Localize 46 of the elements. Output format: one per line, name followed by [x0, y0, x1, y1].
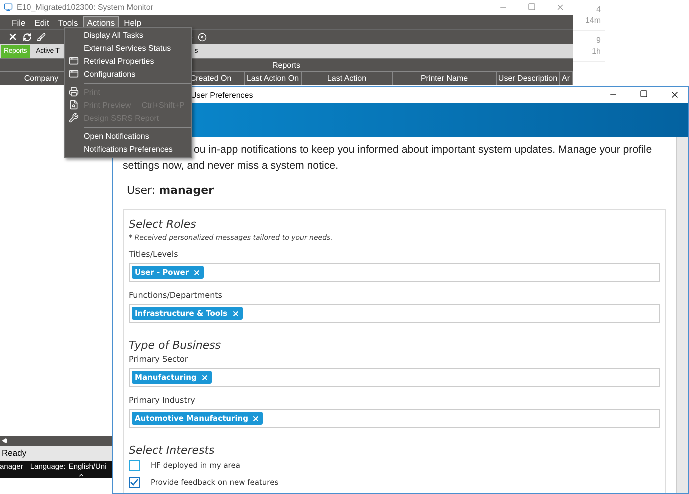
remove-icon[interactable]	[232, 310, 240, 318]
wrench-icon	[69, 113, 79, 123]
app-icon	[4, 3, 13, 12]
close-icon[interactable]	[670, 90, 680, 100]
intro-text: ou in-app notifications to keep you informed about important system updates. Manage your profile	[194, 143, 652, 158]
checkbox[interactable]	[129, 477, 140, 488]
intro-text: settings now, and never miss a system notice.	[123, 159, 339, 174]
checkbox[interactable]	[129, 460, 140, 471]
window-icon	[69, 69, 79, 79]
time-text: 1h	[592, 46, 601, 57]
printer-icon	[69, 87, 79, 97]
caret-icon[interactable]	[78, 472, 85, 479]
brush-icon[interactable]	[37, 32, 46, 42]
menu-item[interactable]: File	[8, 16, 30, 28]
scroll-left-icon[interactable]	[2, 438, 8, 444]
disc-icon[interactable]	[198, 32, 207, 42]
menu-item[interactable]: Retrieval Properties	[65, 55, 191, 68]
section-title: Select Interests	[129, 444, 216, 457]
check-icon	[130, 478, 139, 487]
section-title: Select Roles	[129, 218, 198, 231]
menu-item[interactable]: Open Notifications	[65, 130, 191, 143]
menu-item[interactable]: Notifications Preferences	[65, 143, 191, 156]
menu-item[interactable]: Edit	[30, 16, 54, 28]
menu-item[interactable]: Help	[120, 16, 146, 28]
remove-icon[interactable]	[200, 374, 209, 382]
field-label: Primary Sector	[129, 355, 190, 364]
time-text: 14m	[585, 15, 601, 26]
count-text: 9	[596, 35, 601, 46]
menu-item[interactable]: Display All Tasks	[65, 29, 191, 42]
window-title: E10_Migrated102300: System Monitor	[17, 3, 154, 12]
remove-icon[interactable]	[252, 414, 260, 422]
field-label: Primary Industry	[129, 396, 196, 405]
menu-item[interactable]: External Services Status	[65, 42, 191, 55]
magnifier-icon	[69, 100, 79, 110]
user-text: User: manager	[127, 184, 215, 197]
remove-icon[interactable]	[193, 268, 202, 276]
field-label: Functions/Departments	[129, 291, 224, 300]
menu-item[interactable]: Actions	[83, 16, 120, 28]
count-text: 4	[596, 4, 601, 15]
field-label: Titles/Levels	[129, 250, 180, 259]
vertical-scrollbar[interactable]	[676, 137, 688, 493]
window-icon	[69, 56, 79, 66]
maximize-icon[interactable]	[640, 90, 648, 98]
refresh-icon[interactable]	[23, 32, 32, 42]
section-title: Type of Business	[129, 339, 222, 352]
menu-item[interactable]: Tools	[54, 16, 82, 28]
